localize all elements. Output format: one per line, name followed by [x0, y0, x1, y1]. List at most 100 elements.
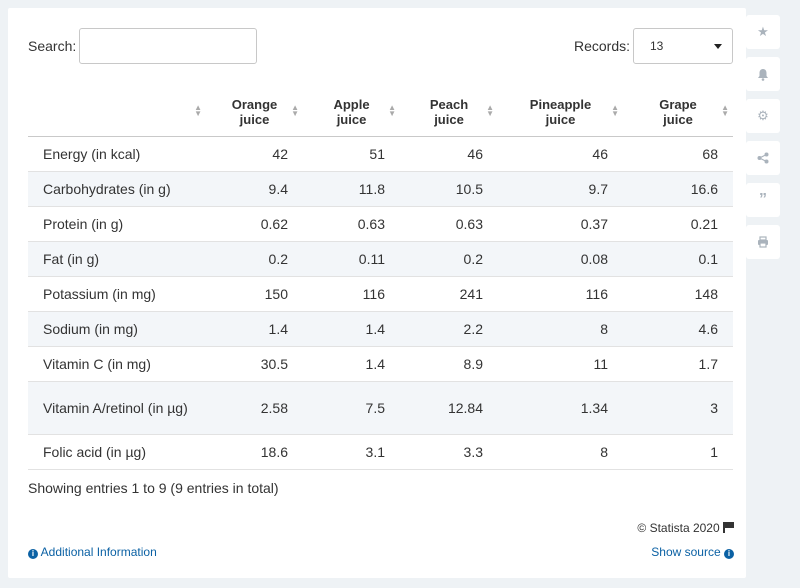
entries-summary: Showing entries 1 to 9 (9 entries in tot…	[28, 480, 279, 496]
records-label: Records:	[574, 38, 631, 54]
column-header[interactable]: Grape juice ▲ ▼	[623, 88, 733, 137]
star-icon[interactable]: ★	[746, 15, 780, 49]
table-row: Vitamin C (in mg) 30.5 1.4 8.9 11 1.7	[28, 346, 733, 382]
table-cell: 30.5	[206, 346, 303, 382]
sort-icon: ▲ ▼	[194, 103, 202, 118]
table-row: Sodium (in mg) 1.4 1.4 2.2 8 4.6	[28, 311, 733, 347]
row-label: Carbohydrates (in g)	[28, 171, 206, 207]
table-cell: 1.7	[623, 346, 733, 382]
table-cell: 68	[623, 136, 733, 172]
header-label-column[interactable]: ▲ ▼	[28, 88, 206, 137]
table-cell: 3	[623, 381, 733, 435]
table-cell: 46	[498, 136, 623, 172]
table-cell: 9.7	[498, 171, 623, 207]
column-header-label: Grape juice	[659, 96, 697, 127]
table-card: Search: Records: 13 ▲ ▼ Orange juice ▲ ▼ Appl…	[8, 8, 746, 578]
table-cell: 7.5	[303, 381, 400, 435]
table-cell: 0.63	[303, 206, 400, 242]
copyright: © Statista 2020	[637, 521, 734, 535]
table-row: Energy (in kcal) 42 51 46 46 68	[28, 136, 733, 172]
row-label: Fat (in g)	[28, 241, 206, 277]
row-label: Vitamin C (in mg)	[28, 346, 206, 382]
column-header[interactable]: Orange juice ▲ ▼	[206, 88, 303, 137]
table-cell: 1.4	[303, 311, 400, 347]
search-input[interactable]	[79, 28, 257, 64]
column-header[interactable]: Peach juice ▲ ▼	[400, 88, 498, 137]
records-value: 13	[650, 39, 664, 53]
quote-icon[interactable]: ”	[746, 183, 780, 217]
table-cell: 18.6	[206, 434, 303, 470]
column-header[interactable]: Pineapple juice ▲ ▼	[498, 88, 623, 137]
table-cell: 0.37	[498, 206, 623, 242]
table-cell: 1	[623, 434, 733, 470]
table-cell: 0.63	[400, 206, 498, 242]
table-cell: 0.08	[498, 241, 623, 277]
table-row: Fat (in g) 0.2 0.11 0.2 0.08 0.1	[28, 241, 733, 277]
table-cell: 8	[498, 434, 623, 470]
table-cell: 11.8	[303, 171, 400, 207]
table-cell: 42	[206, 136, 303, 172]
table-cell: 10.5	[400, 171, 498, 207]
table-cell: 46	[400, 136, 498, 172]
row-label: Potassium (in mg)	[28, 276, 206, 312]
table-cell: 241	[400, 276, 498, 312]
additional-info-text: Additional Information	[40, 545, 157, 559]
table-row: Potassium (in mg) 150 116 241 116 148	[28, 276, 733, 312]
table-cell: 1.4	[206, 311, 303, 347]
table-cell: 0.2	[206, 241, 303, 277]
gear-icon[interactable]: ⚙	[746, 99, 780, 133]
sort-icon: ▲ ▼	[486, 103, 494, 118]
row-label: Energy (in kcal)	[28, 136, 206, 172]
table-cell: 1.4	[303, 346, 400, 382]
info-icon: i	[724, 549, 734, 559]
column-header-label: Pineapple juice	[529, 96, 592, 127]
additional-info-link[interactable]: i Additional Information	[28, 545, 157, 559]
table-row: Carbohydrates (in g) 9.4 11.8 10.5 9.7 16.6	[28, 171, 733, 207]
column-header-label: Peach juice	[429, 96, 469, 127]
table-cell: 3.3	[400, 434, 498, 470]
data-table: ▲ ▼ Orange juice ▲ ▼ Apple juice ▲ ▼ Peach juice…	[28, 88, 733, 470]
show-source-link[interactable]: Show source i	[651, 545, 734, 559]
table-cell: 11	[498, 346, 623, 382]
info-icon: i	[28, 549, 38, 559]
sort-icon: ▲ ▼	[721, 103, 729, 118]
table-cell: 3.1	[303, 434, 400, 470]
print-icon[interactable]	[746, 225, 780, 259]
show-source-text: Show source	[651, 545, 721, 559]
bell-icon[interactable]	[746, 57, 780, 91]
table-cell: 16.6	[623, 171, 733, 207]
table-cell: 12.84	[400, 381, 498, 435]
row-label: Vitamin A/retinol (in µg)	[28, 381, 206, 435]
row-label: Protein (in g)	[28, 206, 206, 242]
records-select[interactable]: 13	[633, 28, 733, 64]
table-cell: 0.1	[623, 241, 733, 277]
column-header[interactable]: Apple juice ▲ ▼	[303, 88, 400, 137]
table-row: Folic acid (in µg) 18.6 3.1 3.3 8 1	[28, 434, 733, 470]
table-cell: 2.2	[400, 311, 498, 347]
table-cell: 116	[498, 276, 623, 312]
table-cell: 8	[498, 311, 623, 347]
table-cell: 2.58	[206, 381, 303, 435]
table-cell: 0.62	[206, 206, 303, 242]
table-cell: 0.21	[623, 206, 733, 242]
sidebar-toolbar: ★ ⚙ ”	[746, 15, 780, 267]
table-cell: 8.9	[400, 346, 498, 382]
table-row: Protein (in g) 0.62 0.63 0.63 0.37 0.21	[28, 206, 733, 242]
sort-icon: ▲ ▼	[388, 103, 396, 118]
table-cell: 1.34	[498, 381, 623, 435]
table-cell: 51	[303, 136, 400, 172]
table-row: Vitamin A/retinol (in µg) 2.58 7.5 12.84 1.3…	[28, 381, 733, 435]
flag-icon[interactable]	[723, 522, 734, 533]
table-cell: 150	[206, 276, 303, 312]
sort-icon: ▲ ▼	[291, 103, 299, 118]
caret-down-icon	[714, 44, 722, 49]
share-icon[interactable]	[746, 141, 780, 175]
row-label: Sodium (in mg)	[28, 311, 206, 347]
table-cell: 4.6	[623, 311, 733, 347]
table-cell: 148	[623, 276, 733, 312]
sort-icon: ▲ ▼	[611, 103, 619, 118]
column-header-label: Apple juice	[333, 96, 370, 127]
table-cell: 0.2	[400, 241, 498, 277]
search-label: Search:	[28, 38, 77, 54]
column-header-label: Orange juice	[231, 96, 278, 127]
